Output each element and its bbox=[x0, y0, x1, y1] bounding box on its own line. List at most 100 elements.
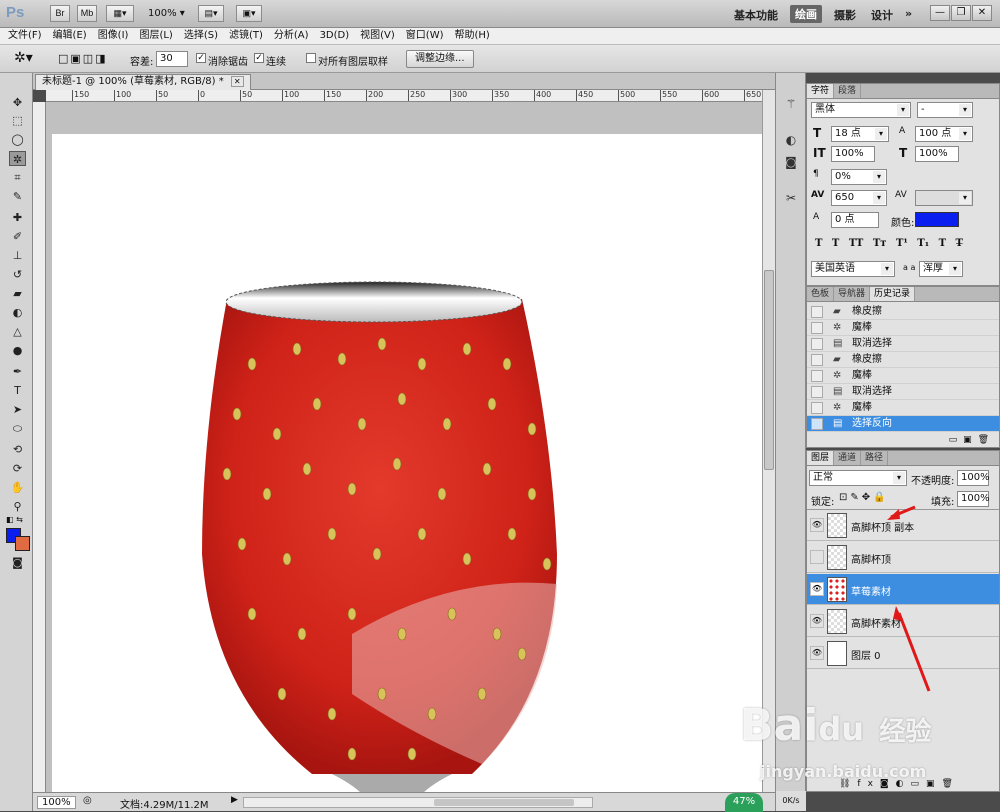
eraser-tool-icon[interactable]: ▰ bbox=[9, 286, 26, 301]
zoom-tool-icon[interactable]: ⚲ bbox=[9, 499, 26, 514]
horizontal-scrollbar[interactable] bbox=[243, 797, 593, 808]
workspace-photography[interactable]: 摄影 bbox=[834, 7, 856, 23]
blur-tool-icon[interactable]: △ bbox=[9, 324, 26, 339]
refine-edge-button[interactable]: 调整边缘... bbox=[406, 50, 474, 68]
type-tool-icon[interactable]: T bbox=[9, 383, 26, 398]
history-item[interactable]: ▤ 取消选择 bbox=[807, 384, 999, 400]
menu-file[interactable]: 文件(F) bbox=[8, 28, 42, 44]
history-item[interactable]: ✲ 魔棒 bbox=[807, 400, 999, 416]
document-canvas-area[interactable] bbox=[46, 102, 762, 792]
history-brush-tool-icon[interactable]: ↺ bbox=[9, 267, 26, 282]
menu-analysis[interactable]: 分析(A) bbox=[274, 28, 309, 44]
view-extras-button[interactable]: ▦▾ bbox=[106, 5, 134, 22]
tab-history[interactable]: 历史记录 bbox=[870, 287, 916, 301]
3d-rotate-tool-icon[interactable]: ⟲ bbox=[9, 442, 26, 457]
paint-bucket-tool-icon[interactable]: ◐ bbox=[9, 305, 26, 320]
close-button[interactable]: ✕ bbox=[972, 5, 992, 21]
healing-brush-tool-icon[interactable]: ✚ bbox=[9, 210, 26, 225]
selection-mode-icons[interactable]: □▣◫◨ bbox=[58, 52, 108, 65]
menu-select[interactable]: 选择(S) bbox=[184, 28, 218, 44]
tab-paragraph[interactable]: 段落 bbox=[834, 84, 862, 98]
menu-view[interactable]: 视图(V) bbox=[360, 28, 395, 44]
history-item[interactable]: ▰ 橡皮擦 bbox=[807, 352, 999, 368]
document-canvas[interactable] bbox=[52, 134, 762, 792]
hand-tool-icon[interactable]: ✋ bbox=[9, 480, 26, 495]
3d-orbit-tool-icon[interactable]: ⟳ bbox=[9, 461, 26, 476]
history-item[interactable]: ▤ 取消选择 bbox=[807, 336, 999, 352]
brush-presets-icon[interactable]: ⚚ bbox=[783, 97, 799, 113]
menu-image[interactable]: 图像(I) bbox=[98, 28, 129, 44]
pen-tool-icon[interactable]: ✒ bbox=[9, 364, 26, 379]
vertical-scrollbar[interactable] bbox=[762, 90, 775, 792]
history-item-active[interactable]: ▤ 选择反向 bbox=[807, 416, 999, 432]
workspace-essentials[interactable]: 基本功能 bbox=[734, 7, 778, 23]
tracking-select[interactable]: 650 ▾ bbox=[831, 190, 887, 206]
tab-swatches[interactable]: 色板 bbox=[807, 287, 835, 301]
scroll-thumb[interactable] bbox=[764, 270, 774, 470]
shape-tool-icon[interactable]: ⬭ bbox=[9, 421, 26, 436]
workspace-painting[interactable]: 绘画 bbox=[790, 5, 822, 23]
menu-layer[interactable]: 图层(L) bbox=[139, 28, 172, 44]
kerning-pair-select[interactable]: ▾ bbox=[915, 190, 973, 206]
tolerance-input[interactable]: 30 bbox=[156, 51, 188, 67]
font-size-select[interactable]: 18 点 ▾ bbox=[831, 126, 889, 142]
quick-mask-icon[interactable]: ◙ bbox=[9, 555, 26, 570]
workspace-more[interactable]: » bbox=[905, 7, 912, 20]
arrange-documents-button[interactable]: ▤▾ bbox=[198, 5, 224, 22]
history-item[interactable]: ▰ 橡皮擦 bbox=[807, 304, 999, 320]
status-menu-arrow[interactable]: ▶ bbox=[231, 795, 238, 805]
magic-wand-tool-icon[interactable]: ✲ bbox=[9, 151, 26, 166]
history-item[interactable]: ✲ 魔棒 bbox=[807, 368, 999, 384]
default-colors-icon[interactable]: ◧ ⇆ bbox=[6, 515, 23, 524]
lasso-tool-icon[interactable]: ◯ bbox=[9, 132, 26, 147]
restore-button[interactable]: ❐ bbox=[951, 5, 971, 21]
bridge-button[interactable]: Br bbox=[50, 5, 70, 22]
baseline-shift-input[interactable]: 0 点 bbox=[831, 212, 879, 228]
menu-3d[interactable]: 3D(D) bbox=[320, 28, 350, 44]
path-selection-tool-icon[interactable]: ➤ bbox=[9, 402, 26, 417]
magic-wand-preset-icon[interactable]: ✲▾ bbox=[14, 50, 33, 66]
dodge-tool-icon[interactable]: ● bbox=[9, 343, 26, 358]
font-family-select[interactable]: 黑体 ▾ bbox=[811, 102, 911, 118]
marquee-tool-icon[interactable]: ⬚ bbox=[9, 113, 26, 128]
horizontal-scroll-thumb[interactable] bbox=[434, 799, 574, 806]
text-color-swatch[interactable] bbox=[915, 212, 959, 227]
menu-help[interactable]: 帮助(H) bbox=[455, 28, 490, 44]
screen-mode-button[interactable]: ▣▾ bbox=[236, 5, 262, 22]
language-select[interactable]: 美国英语 ▾ bbox=[811, 261, 895, 277]
brush-tool-icon[interactable]: ✐ bbox=[9, 229, 26, 244]
leading-select[interactable]: 100 点 ▾ bbox=[915, 126, 973, 142]
menu-edit[interactable]: 编辑(E) bbox=[53, 28, 87, 44]
crop-tool-icon[interactable]: ⌗ bbox=[9, 170, 26, 185]
menu-window[interactable]: 窗口(W) bbox=[406, 28, 444, 44]
history-footer-icons[interactable]: ▭▣🗑 bbox=[949, 435, 995, 445]
status-zoom-field[interactable]: 100% bbox=[37, 796, 76, 809]
status-info-icon[interactable]: ◎ bbox=[83, 795, 92, 806]
clone-source-icon[interactable]: ◐ bbox=[783, 133, 799, 149]
background-color-swatch[interactable] bbox=[15, 536, 30, 551]
tool-presets-icon[interactable]: ◙ bbox=[783, 155, 799, 171]
all-layers-checkbox[interactable] bbox=[306, 53, 316, 63]
vertical-scale-input[interactable]: 100% bbox=[831, 146, 875, 162]
antialias-checkbox[interactable]: ✓ bbox=[196, 53, 206, 63]
document-tab[interactable]: 未标题-1 @ 100% (草莓素材, RGB/8) * ✕ bbox=[35, 74, 251, 90]
workspace-design[interactable]: 设计 bbox=[871, 7, 893, 23]
horizontal-scale-input[interactable]: 100% bbox=[915, 146, 959, 162]
document-close-icon[interactable]: ✕ bbox=[230, 76, 244, 87]
font-style-select[interactable]: - ▾ bbox=[917, 102, 973, 118]
minimize-button[interactable]: — bbox=[930, 5, 950, 21]
mini-bridge-button[interactable]: Mb bbox=[77, 5, 97, 22]
antialias-select[interactable]: 浑厚 ▾ bbox=[919, 261, 963, 277]
clone-stamp-tool-icon[interactable]: ⊥ bbox=[9, 248, 26, 263]
zoom-level-select[interactable]: 100% ▾ bbox=[148, 8, 185, 19]
tab-navigator[interactable]: 导航器 bbox=[834, 287, 871, 301]
contiguous-checkbox[interactable]: ✓ bbox=[254, 53, 264, 63]
history-item[interactable]: ✲ 魔棒 bbox=[807, 320, 999, 336]
kerning-select[interactable]: 0% ▾ bbox=[831, 169, 887, 185]
move-tool-icon[interactable]: ✥ bbox=[9, 95, 26, 110]
eyedropper-tool-icon[interactable]: ✎ bbox=[9, 189, 26, 204]
text-style-buttons[interactable]: T T TT Tт T¹ T₁ T T̶ bbox=[815, 238, 963, 249]
scissors-icon[interactable]: ✂ bbox=[783, 191, 799, 207]
tab-character[interactable]: 字符 bbox=[807, 84, 835, 98]
menu-filter[interactable]: 滤镜(T) bbox=[229, 28, 263, 44]
